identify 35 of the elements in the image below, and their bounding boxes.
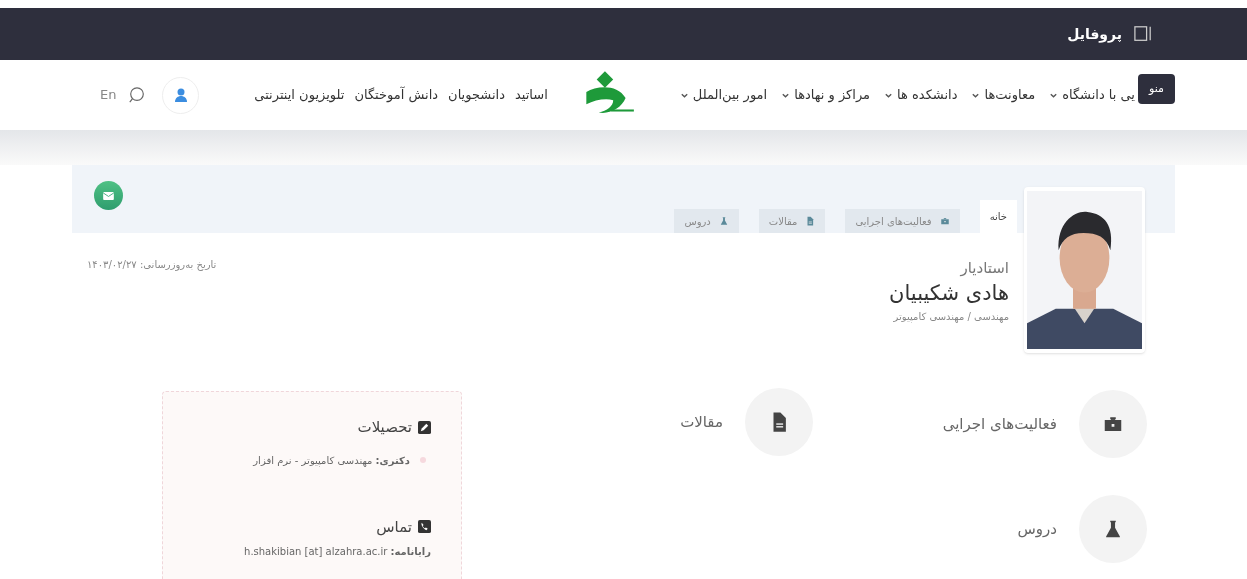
update-date: تاریخ به‌روزرسانی: ۱۴۰۳/۰۲/۲۷ <box>87 258 217 273</box>
education-entry: دکتری: مهندسی کامپیوتر - نرم افزار <box>253 453 410 468</box>
nav-menu-item[interactable]: یی با دانشگاه <box>1049 85 1135 105</box>
section-link[interactable]: دروس <box>1017 495 1147 563</box>
profile-tab[interactable]: خانه <box>979 200 1017 233</box>
section-heading: تماس <box>376 516 412 538</box>
nav-link[interactable]: اساتید <box>514 85 548 105</box>
page-title: پروفایل <box>1067 24 1122 45</box>
user-icon <box>172 87 189 103</box>
department-text: مهندسی / مهندسی کامپیوتر <box>893 309 1009 324</box>
academic-rank: استادیار <box>960 258 1009 279</box>
document-icon <box>805 216 816 226</box>
nav-menu-item[interactable]: امور بین‌الملل <box>679 85 768 105</box>
language-link[interactable]: En <box>100 85 117 105</box>
section-link[interactable]: فعالیت‌های اجرایی <box>942 390 1147 458</box>
nav-menu-item[interactable]: دانشکده ها <box>884 85 958 105</box>
person-name: هادی شکیبیان <box>889 279 1009 306</box>
section-label: مقالات <box>680 411 723 433</box>
phone-icon <box>418 520 431 534</box>
nav-link[interactable]: تلویزیون اینترنتی <box>254 85 345 105</box>
nav-link[interactable]: دانش آموختگان <box>354 85 439 105</box>
nav-menu-item[interactable]: مراکز و نهادها <box>781 85 871 105</box>
section-heading: تحصیلات <box>357 417 412 438</box>
briefcase-icon <box>939 216 950 226</box>
search-icon[interactable] <box>128 86 147 104</box>
nav-link[interactable]: دانشجویان <box>448 85 505 105</box>
envelope-icon <box>103 191 114 200</box>
section-label: دروس <box>1017 518 1057 540</box>
section-label: فعالیت‌های اجرایی <box>942 413 1057 435</box>
tooltip: منو <box>1138 74 1175 104</box>
pencil-icon <box>418 420 431 434</box>
nav-menu-item[interactable]: معاونت‌ها <box>971 85 1036 105</box>
section-link[interactable]: مقالات <box>680 388 813 456</box>
sidebar-toggle-icon[interactable] <box>1134 25 1152 43</box>
flask-icon <box>718 216 729 226</box>
